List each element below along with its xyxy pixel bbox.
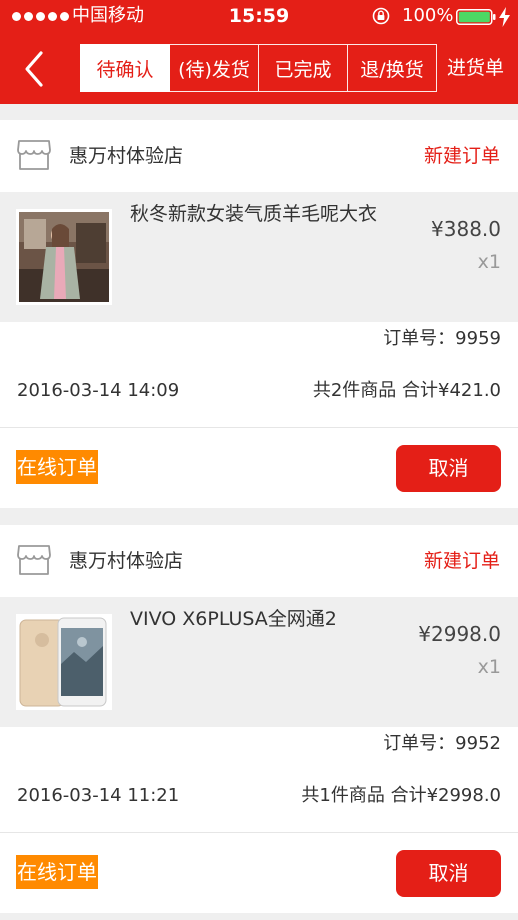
order-total: 共1件商品 合计¥2998.0 <box>301 785 501 806</box>
charging-bolt-icon <box>499 7 510 27</box>
order-tabs: 待确认 (待)发货 已完成 退/换货 <box>80 44 437 92</box>
order-header: 惠万村体验店 新建订单 <box>0 120 518 192</box>
tab-to-ship[interactable]: (待)发货 <box>170 44 259 92</box>
order-info: 订单号：9959 2016-03-14 14:09 共2件商品 合计¥421.0 <box>0 322 518 428</box>
product-item[interactable]: 秋冬新款女装气质羊毛呢大衣 ¥388.0 x1 <box>0 192 518 322</box>
store-name: 惠万村体验店 <box>69 145 184 167</box>
coat-photo-icon <box>19 212 109 302</box>
order-card: 惠万村体验店 新建订单 秋冬新款女装气质羊毛呢大衣 ¥388.0 x1 订单号：… <box>0 120 518 508</box>
tab-completed[interactable]: 已完成 <box>259 44 348 92</box>
tab-returns[interactable]: 退/换货 <box>348 44 437 92</box>
store-icon <box>17 140 51 170</box>
phone-photo-icon <box>16 614 112 710</box>
order-status: 新建订单 <box>423 550 500 572</box>
order-date: 2016-03-14 11:21 <box>17 785 180 806</box>
product-item[interactable]: VIVO X6PLUSA全网通2 ¥2998.0 x1 <box>0 597 518 727</box>
product-name: VIVO X6PLUSA全网通2 <box>130 608 337 630</box>
order-type-badge: 在线订单 <box>16 450 98 484</box>
order-actions: 在线订单 取消 <box>0 833 518 913</box>
order-status: 新建订单 <box>423 145 500 167</box>
product-quantity: x1 <box>477 251 501 273</box>
order-info: 订单号：9952 2016-03-14 11:21 共1件商品 合计¥2998.… <box>0 727 518 833</box>
back-button[interactable] <box>18 50 50 88</box>
product-price: ¥2998.0 <box>418 622 501 646</box>
product-price: ¥388.0 <box>431 217 501 241</box>
battery-percentage: 100% <box>402 5 454 26</box>
order-number: 订单号：9952 <box>383 733 501 754</box>
order-header: 惠万村体验店 新建订单 <box>0 525 518 597</box>
cancel-button[interactable]: 取消 <box>396 445 501 492</box>
store-icon <box>17 545 51 575</box>
status-bar: 中国移动 15:59 100% <box>0 0 518 34</box>
product-thumbnail <box>16 209 112 305</box>
order-card: 惠万村体验店 新建订单 VIVO X6PLUSA全网通2 ¥2998.0 x1 … <box>0 525 518 913</box>
battery-icon <box>456 9 496 25</box>
order-total: 共2件商品 合计¥421.0 <box>312 380 501 401</box>
order-type-badge: 在线订单 <box>16 855 98 889</box>
header: 中国移动 15:59 100% 待确认 (待)发货 已完成 退/换货 进货单 <box>0 0 518 104</box>
product-quantity: x1 <box>477 656 501 678</box>
rotation-lock-icon <box>372 7 390 25</box>
tab-purchase-list[interactable]: 进货单 <box>447 44 504 92</box>
chevron-left-icon <box>25 51 43 87</box>
order-date: 2016-03-14 14:09 <box>17 380 180 401</box>
cancel-button[interactable]: 取消 <box>396 850 501 897</box>
store-name: 惠万村体验店 <box>69 550 184 572</box>
product-thumbnail <box>16 614 112 710</box>
order-actions: 在线订单 取消 <box>0 428 518 508</box>
product-name: 秋冬新款女装气质羊毛呢大衣 <box>130 203 378 225</box>
order-number: 订单号：9959 <box>383 328 501 349</box>
tab-pending-confirm[interactable]: 待确认 <box>80 44 170 92</box>
